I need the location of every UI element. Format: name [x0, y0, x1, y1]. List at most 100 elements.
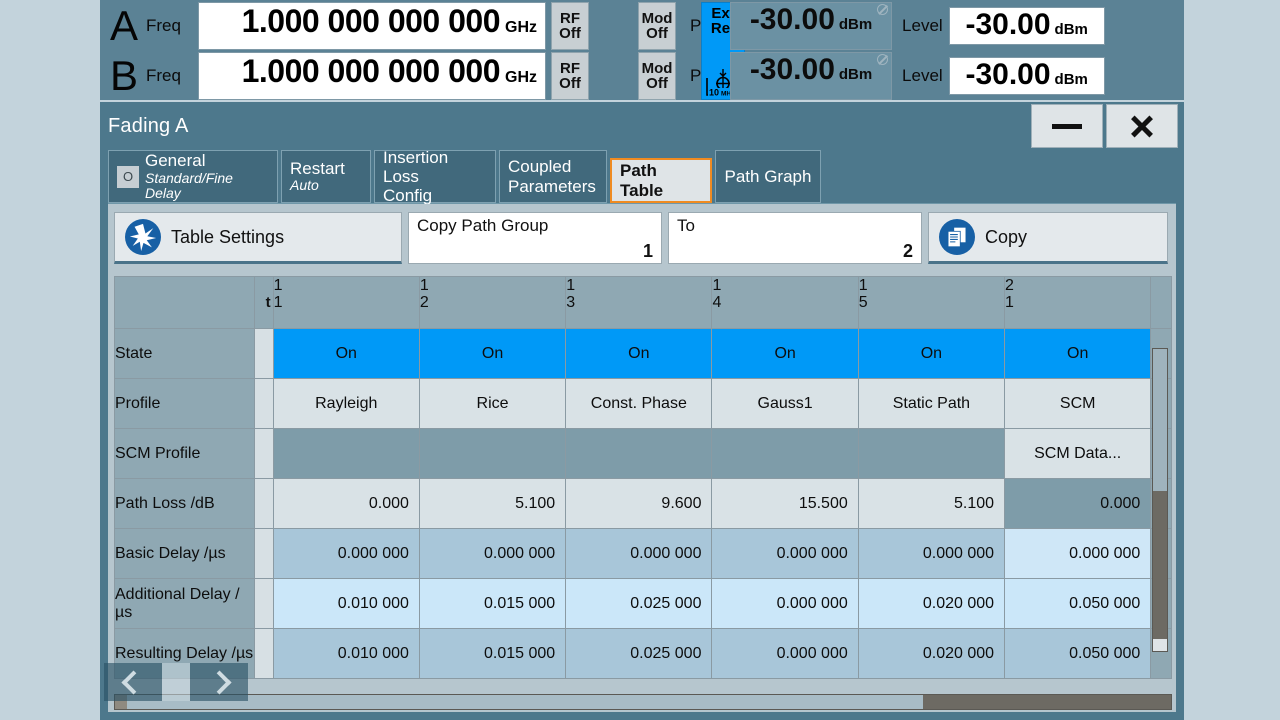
copy-to-field[interactable]: To 2 [668, 212, 922, 264]
rf-toggle-b[interactable]: RF Off [551, 52, 589, 100]
level-field-b[interactable]: -30.00 dBm [948, 57, 1105, 95]
horizontal-scrollbar[interactable] [114, 694, 1172, 710]
cell-additional-delay-1-3[interactable]: 0.025 000 [565, 578, 713, 629]
tab-restart[interactable]: Restart Auto [281, 150, 371, 203]
vertical-scrollbar[interactable] [1152, 348, 1168, 652]
cell-profile-1-4[interactable]: Gauss1 [711, 378, 859, 429]
table-settings-button[interactable]: Table Settings [114, 212, 402, 264]
tab-path-graph[interactable]: Path Graph [715, 150, 821, 203]
row-label-scm-profile: SCM Profile [113, 428, 256, 479]
freq-value-b: 1.000 000 000 000 [241, 53, 501, 89]
tab-path-table-label: Path Table [620, 160, 664, 200]
cell-path-loss-2-1[interactable]: 0.000 [1004, 478, 1152, 529]
tab-insertion-label: Insertion Loss [383, 147, 449, 186]
vertical-scroll-thumb[interactable] [1153, 349, 1167, 491]
cell-basic-delay-1-3[interactable]: 0.000 000 [565, 528, 713, 579]
table-row-additional-delay: Additional Delay /µs 0.010 000 0.015 000… [113, 578, 1172, 629]
cell-path-loss-1-4[interactable]: 15.500 [711, 478, 859, 529]
cell-profile-1-1[interactable]: Rayleigh [272, 378, 420, 429]
cell-state-1-5[interactable]: On [857, 328, 1006, 379]
level-field-a[interactable]: -30.00 dBm [948, 7, 1105, 45]
close-button[interactable] [1106, 104, 1178, 148]
column-header-1-2[interactable]: 1 2 [418, 276, 567, 329]
minimize-button[interactable] [1031, 104, 1103, 148]
header-corner-blank [113, 276, 256, 329]
level-label-a: Level [902, 16, 943, 35]
instrument-header: A Freq 1.000 000 000 000 GHz RF Off Ext … [100, 0, 1184, 100]
cell-additional-delay-1-4[interactable]: 0.000 000 [711, 578, 859, 629]
cell-additional-delay-2-1[interactable]: 0.050 000 [1004, 578, 1152, 629]
freq-value-a: 1.000 000 000 000 [241, 3, 501, 39]
header-right-pad [1150, 276, 1172, 329]
minimize-icon [1052, 123, 1082, 129]
tab-insertion-loss-config[interactable]: Insertion Loss Config [374, 147, 496, 205]
row-label-basic-delay: Basic Delay /µs [113, 528, 256, 579]
freq-field-a[interactable]: 1.000 000 000 000 GHz [198, 2, 546, 50]
cell-scm-2-1[interactable]: SCM Data... [1004, 428, 1152, 479]
tab-coupled-parameters[interactable]: Coupled Parameters [499, 150, 607, 203]
row-label-additional-delay: Additional Delay /µs [113, 578, 256, 629]
cell-state-2-1[interactable]: On [1004, 328, 1152, 379]
copy-path-group-field[interactable]: Copy Path Group 1 [408, 212, 662, 264]
col-path-1-3: 3 [566, 294, 576, 312]
cell-basic-delay-1-2[interactable]: 0.000 000 [418, 528, 567, 579]
freq-label-b: Freq [146, 66, 181, 85]
cell-basic-delay-1-5[interactable]: 0.000 000 [857, 528, 1006, 579]
mod-toggle-a[interactable]: Mod Off [638, 2, 676, 50]
table-header-row: t 1 1 1 2 1 3 1 4 1 5 2 1 [113, 276, 1172, 329]
cell-path-loss-1-2[interactable]: 5.100 [418, 478, 567, 529]
rf-label-a: RF [560, 9, 580, 27]
cell-state-1-1[interactable]: On [272, 328, 420, 379]
scroll-right-button[interactable] [190, 663, 248, 701]
cell-basic-delay-2-1[interactable]: 0.000 000 [1004, 528, 1152, 579]
col-group-1-4: 1 [712, 277, 722, 294]
cell-path-loss-1-3[interactable]: 9.600 [565, 478, 713, 529]
column-header-1-1[interactable]: 1 1 [272, 276, 420, 329]
vertical-scroll-endcap[interactable] [1153, 639, 1167, 651]
cell-state-1-4[interactable]: On [711, 328, 859, 379]
cell-path-loss-1-1[interactable]: 0.000 [272, 478, 420, 529]
rf-toggle-a[interactable]: RF Off [551, 2, 589, 50]
row-label-state: State [113, 328, 256, 379]
path-table-scroll-area[interactable]: t 1 1 1 2 1 3 1 4 1 5 2 1 State On On On… [113, 276, 1172, 682]
cell-profile-2-1[interactable]: SCM [1004, 378, 1152, 429]
cell-additional-delay-1-2[interactable]: 0.015 000 [418, 578, 567, 629]
header-corner-label: t [254, 276, 274, 329]
cell-scm-1-3 [565, 428, 713, 479]
cell-basic-delay-1-4[interactable]: 0.000 000 [711, 528, 859, 579]
fading-dialog: Fading A O General Standard/Fine Delay R… [100, 102, 1184, 720]
cell-state-1-2[interactable]: On [418, 328, 567, 379]
pep-field-b: -30.00 dBm [730, 52, 893, 100]
table-row-profile: Profile Rayleigh Rice Const. Phase Gauss… [113, 378, 1172, 429]
cell-profile-1-5[interactable]: Static Path [857, 378, 1006, 429]
tab-general-sublabel: Standard/Fine Delay [145, 169, 233, 201]
tab-general[interactable]: O General Standard/Fine Delay [108, 150, 278, 203]
column-header-1-5[interactable]: 1 5 [857, 276, 1006, 329]
column-header-1-4[interactable]: 1 4 [711, 276, 859, 329]
cell-profile-1-2[interactable]: Rice [418, 378, 567, 429]
row-subcol-additional-delay [254, 578, 274, 629]
rf-label-b: RF [560, 59, 580, 77]
copy-button[interactable]: Copy [928, 212, 1168, 264]
cell-profile-1-3[interactable]: Const. Phase [565, 378, 713, 429]
table-row-scm-profile: SCM Profile SCM Data... [113, 428, 1172, 479]
scroll-left-button[interactable] [104, 663, 162, 701]
column-header-2-1[interactable]: 2 1 [1004, 276, 1152, 329]
column-header-1-3[interactable]: 1 3 [565, 276, 713, 329]
rf-state-b: Off [559, 75, 581, 92]
path-table-panel: Table Settings Copy Path Group 1 To 2 Co… [108, 204, 1176, 712]
cell-path-loss-1-5[interactable]: 5.100 [857, 478, 1006, 529]
tab-path-table[interactable]: Path Table [610, 158, 712, 203]
cell-additional-delay-1-1[interactable]: 0.010 000 [272, 578, 420, 629]
freq-field-b[interactable]: 1.000 000 000 000 GHz [198, 52, 546, 100]
cell-basic-delay-1-1[interactable]: 0.000 000 [272, 528, 420, 579]
tab-bar: O General Standard/Fine Delay Restart Au… [108, 147, 1176, 205]
tab-bar-filler [824, 150, 1173, 203]
mod-toggle-b[interactable]: Mod Off [638, 52, 676, 100]
table-row-basic-delay: Basic Delay /µs 0.000 000 0.000 000 0.00… [113, 528, 1172, 579]
table-scroll-nav-overlay[interactable] [104, 663, 248, 701]
cell-additional-delay-1-5[interactable]: 0.020 000 [857, 578, 1006, 629]
cell-state-1-3[interactable]: On [565, 328, 713, 379]
chevron-left-icon [120, 669, 146, 695]
table-row-resulting-delay: Resulting Delay /µs 0.010 000 0.015 000 … [113, 628, 1172, 679]
